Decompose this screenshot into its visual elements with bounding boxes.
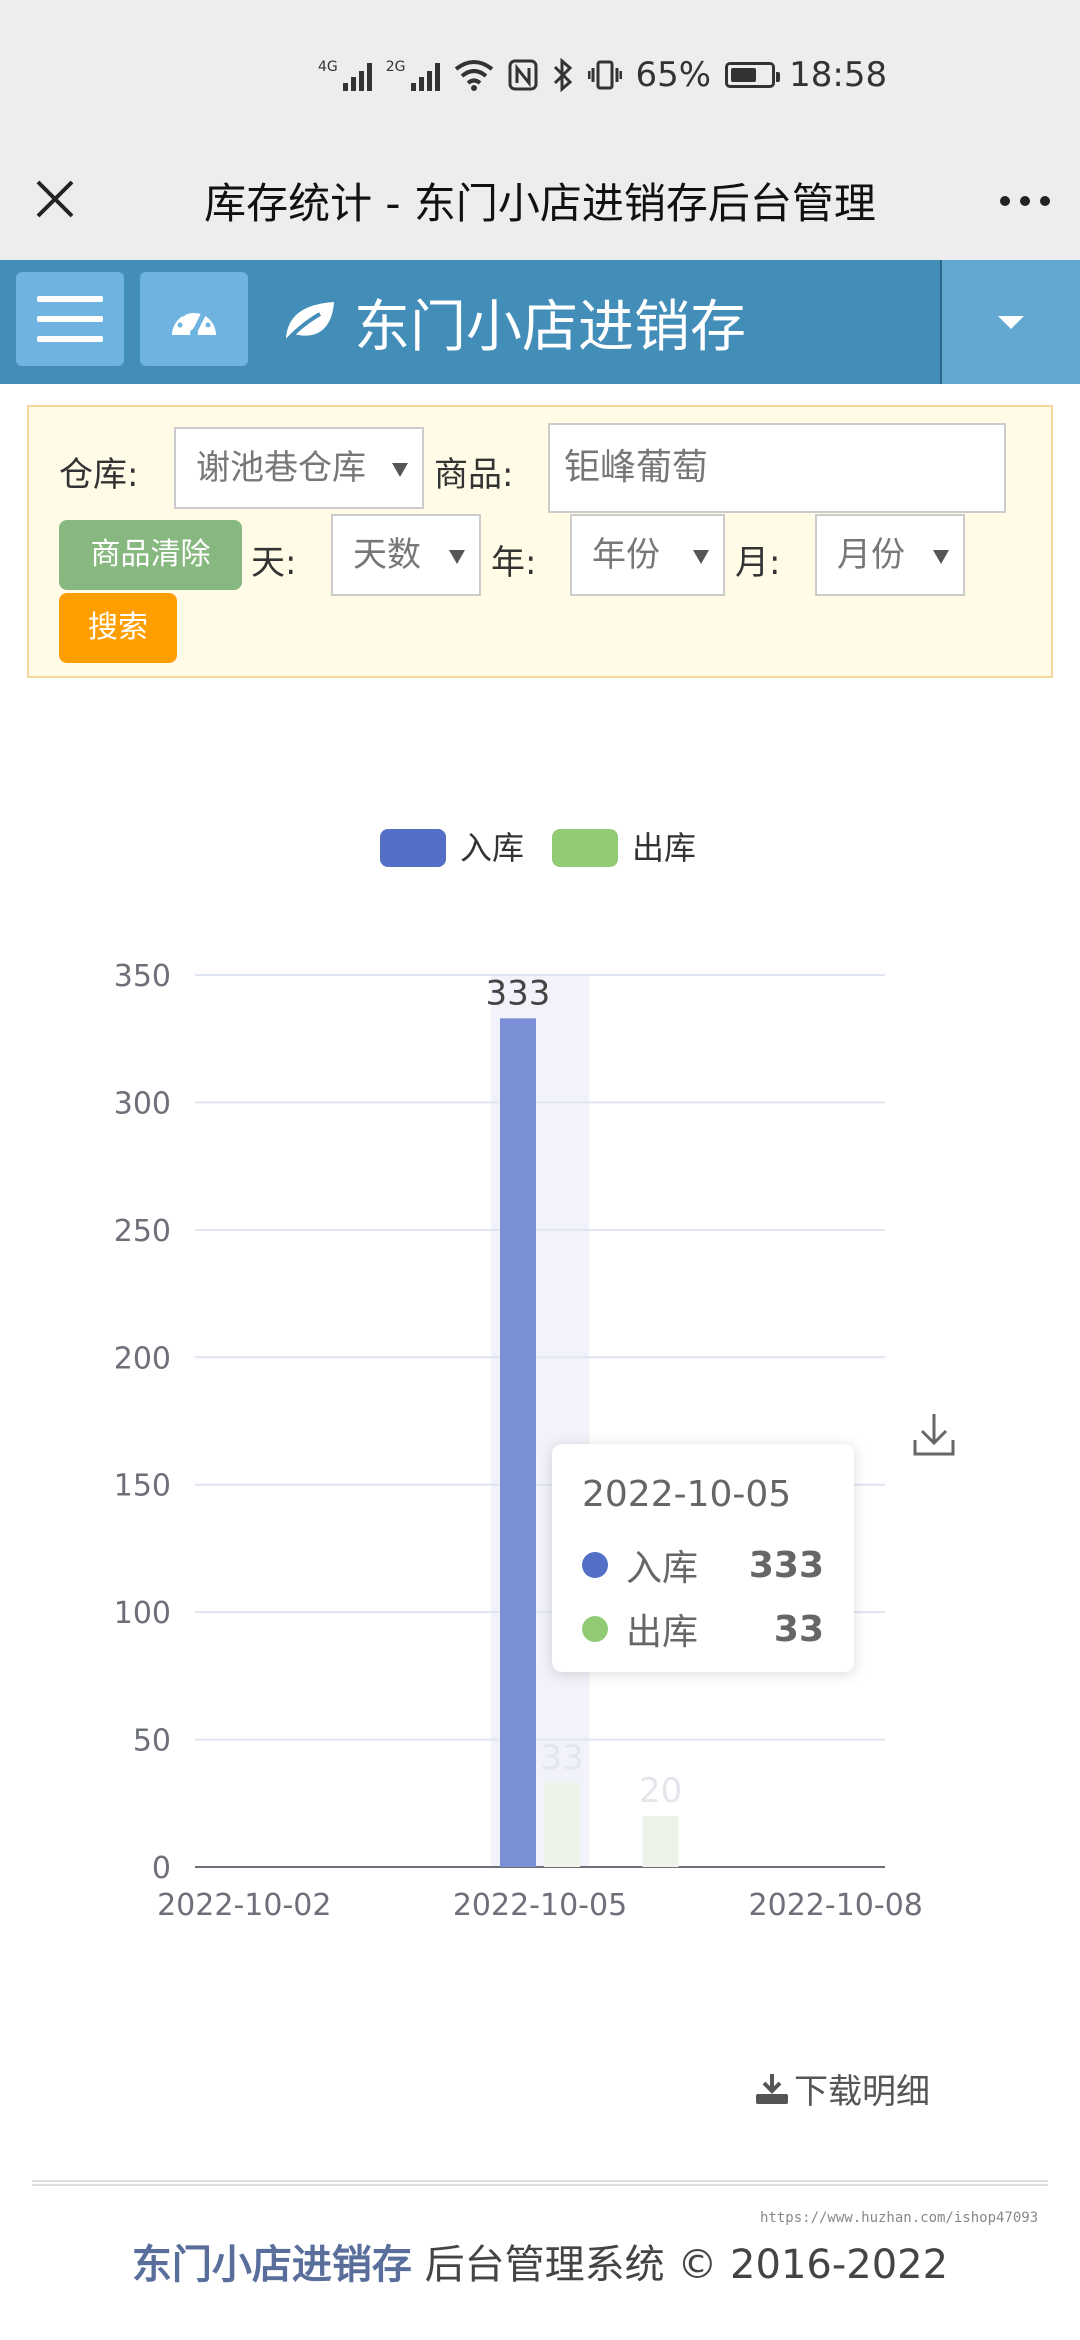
browser-title-bar: 库存统计 - 东门小店进销存后台管理 [0, 150, 1080, 260]
day-select[interactable]: 天数 [331, 514, 481, 596]
hamburger-icon[interactable] [16, 272, 124, 366]
footer-text: 后台管理系统 © 2016-2022 [424, 2242, 949, 2288]
caret-down-icon [998, 315, 1024, 329]
tooltip-dot-out [582, 1616, 608, 1642]
signal-2g-icon: 2G [386, 59, 440, 91]
y-tick-label: 150 [114, 1469, 171, 1504]
month-select-value: 月份 [837, 535, 905, 575]
day-select-value: 天数 [353, 535, 421, 575]
clear-product-button[interactable]: 商品清除 [59, 520, 242, 590]
dashboard-icon[interactable] [140, 272, 248, 366]
day-label: 天: [251, 543, 297, 583]
y-tick-label: 300 [114, 1086, 171, 1121]
tooltip-row-out: 出库 33 [582, 1597, 824, 1661]
download-detail-label: 下载明细 [794, 2072, 930, 2112]
legend-swatch [380, 829, 446, 867]
product-input-value: 钜峰葡萄 [564, 447, 709, 488]
tooltip-date: 2022-10-05 [582, 1474, 792, 1515]
data-label: 33 [540, 1738, 583, 1778]
watermark: https://www.huzhan.com/ishop47093 [760, 2210, 1039, 2226]
bluetooth-icon [553, 58, 572, 92]
user-dropdown-button[interactable] [940, 260, 1080, 384]
year-select-value: 年份 [592, 535, 660, 575]
wifi-icon [454, 60, 493, 91]
y-tick-label: 200 [114, 1341, 171, 1376]
leaf-icon [280, 301, 334, 346]
data-label: 333 [486, 973, 551, 1013]
select-arrow-icon [449, 550, 465, 564]
nfc-icon [508, 59, 538, 91]
legend-swatch [552, 829, 618, 867]
chart-canvas: 0 50 100 150 200 250 300 350 2022-10-02 2022-10-0… [114, 829, 923, 1923]
page-title: 库存统计 - 东门小店进销存后台管理 [204, 179, 876, 228]
download-tray-icon [756, 2073, 788, 2104]
tooltip-row-in: 入库 333 [582, 1533, 824, 1597]
battery-icon [725, 62, 781, 88]
tooltip-label-out: 出库 [626, 1612, 699, 1653]
more-icon[interactable] [998, 168, 1052, 222]
y-tick-label: 50 [133, 1724, 171, 1759]
select-arrow-icon [933, 550, 949, 564]
footer-divider [32, 2180, 1048, 2186]
select-arrow-icon [392, 463, 408, 477]
warehouse-select-value: 谢池巷仓库 [196, 448, 366, 488]
bar-out [544, 1782, 580, 1867]
chart-tooltip: 2022-10-05 入库 333 出库 33 [552, 1444, 854, 1672]
brand-name: 东门小店进销存 [354, 295, 746, 360]
download-icon[interactable] [912, 1410, 956, 1458]
app-header: 东门小店进销存 [0, 260, 1080, 384]
battery-percent: 65% [635, 55, 712, 95]
y-tick-label: 350 [114, 959, 171, 994]
legend-label: 入库 [460, 829, 524, 867]
bar-out [642, 1816, 679, 1867]
month-label: 月: [735, 543, 781, 583]
warehouse-label: 仓库: [59, 455, 139, 495]
footer: 东门小店进销存 后台管理系统 © 2016-2022 [0, 2232, 1080, 2290]
x-tick-label: 2022-10-08 [749, 1888, 923, 1923]
footer-brand: 东门小店进销存 [131, 2242, 412, 2288]
y-tick-label: 250 [114, 1214, 171, 1249]
product-label: 商品: [434, 455, 514, 495]
tooltip-label-in: 入库 [626, 1548, 699, 1589]
filter-panel: 仓库: 谢池巷仓库 商品: 钜峰葡萄 商品清除 天: 天数 年: 年份 月: 月… [27, 405, 1053, 678]
warehouse-select[interactable]: 谢池巷仓库 [174, 427, 424, 509]
bar-in [500, 1018, 536, 1867]
tooltip-value-out: 33 [773, 1608, 824, 1650]
month-select[interactable]: 月份 [815, 514, 965, 596]
download-detail-link[interactable]: 下载明细 [754, 2064, 930, 2113]
status-icons: 4G 2G 65% 18:58 [318, 55, 887, 95]
search-button[interactable]: 搜索 [59, 593, 177, 663]
clock: 18:58 [789, 55, 888, 95]
tooltip-value-in: 333 [748, 1544, 824, 1586]
x-tick-label: 2022-10-02 [157, 1888, 331, 1923]
tooltip-dot-in [582, 1552, 608, 1578]
vibrate-icon [587, 60, 622, 90]
x-tick-label: 2022-10-05 [453, 1888, 627, 1923]
year-select[interactable]: 年份 [570, 514, 725, 596]
product-input[interactable]: 钜峰葡萄 [548, 423, 1006, 513]
signal-4g-icon: 4G [318, 59, 372, 91]
y-tick-label: 100 [114, 1596, 171, 1631]
legend-label: 出库 [632, 829, 696, 867]
brand[interactable]: 东门小店进销存 [280, 282, 746, 363]
y-tick-label: 0 [152, 1851, 171, 1886]
select-arrow-icon [693, 550, 709, 564]
data-label: 20 [639, 1771, 682, 1811]
status-bar: 4G 2G 65% 18:58 [0, 0, 1080, 150]
year-label: 年: [491, 543, 537, 583]
stock-chart: 0 50 100 150 200 250 300 350 2022-10-02 2022-10-0… [0, 780, 1080, 1980]
